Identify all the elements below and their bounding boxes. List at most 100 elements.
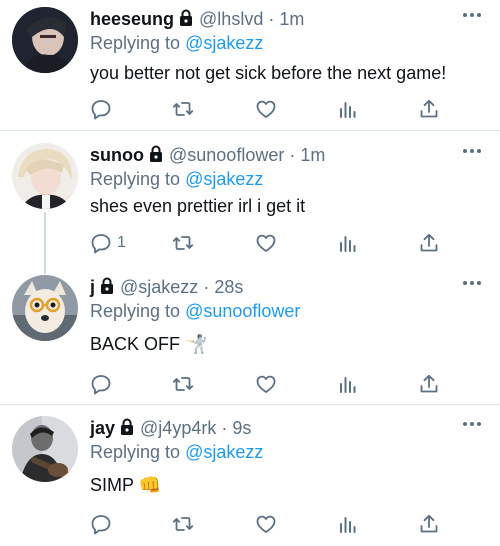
- replying-label: Replying to: [90, 33, 181, 53]
- retweet-button[interactable]: [172, 371, 194, 397]
- like-button[interactable]: [255, 511, 277, 537]
- reply-button[interactable]: 1: [90, 230, 126, 256]
- display-name[interactable]: jay: [90, 418, 115, 438]
- replying-label: Replying to: [90, 301, 181, 321]
- tweet-2[interactable]: sunoo @sunooflower · 1m Replying to @sjak…: [0, 136, 500, 268]
- like-icon: [256, 234, 276, 252]
- mention-link[interactable]: @sjakezz: [185, 169, 263, 189]
- analytics-icon: [340, 236, 356, 252]
- tweet-1[interactable]: heeseung @lhslvd · 1m Replying to @sjakez…: [0, 0, 500, 130]
- analytics-icon: [340, 517, 356, 533]
- handle[interactable]: @sjakezz: [120, 277, 198, 297]
- replying-to: Replying to @sunooflower: [90, 299, 300, 323]
- divider: [0, 404, 500, 405]
- reply-icon: [91, 375, 111, 395]
- avatar[interactable]: [12, 275, 78, 341]
- separator: ·: [289, 145, 296, 165]
- share-button[interactable]: [418, 96, 440, 122]
- avatar-image: [12, 416, 78, 482]
- tweet-text: shes even prettier irl i get it: [90, 196, 306, 216]
- share-button[interactable]: [418, 230, 440, 256]
- share-icon: [420, 374, 438, 393]
- retweet-icon: [172, 377, 194, 391]
- replying-label: Replying to: [90, 169, 181, 189]
- replying-label: Replying to: [90, 442, 181, 462]
- analytics-button[interactable]: [337, 511, 359, 537]
- share-icon: [420, 233, 438, 252]
- timestamp[interactable]: 1m: [300, 145, 325, 165]
- analytics-button[interactable]: [337, 96, 359, 122]
- tweet-header: jay @j4yp4rk · 9s: [90, 416, 251, 442]
- like-button[interactable]: [255, 96, 277, 122]
- retweet-button[interactable]: [172, 230, 194, 256]
- reply-button[interactable]: [90, 96, 117, 122]
- handle[interactable]: @lhslvd: [199, 9, 263, 29]
- lock-icon: [147, 145, 165, 169]
- avatar-image: [12, 143, 78, 209]
- more-icon[interactable]: [462, 280, 482, 286]
- share-button[interactable]: [418, 511, 440, 537]
- avatar-image: [12, 275, 78, 341]
- retweet-icon: [172, 517, 194, 531]
- lock-icon: [177, 9, 195, 33]
- separator: ·: [221, 418, 228, 438]
- mention-link[interactable]: @sjakezz: [185, 442, 263, 462]
- retweet-button[interactable]: [172, 96, 194, 122]
- analytics-button[interactable]: [337, 371, 359, 397]
- handle[interactable]: @j4yp4rk: [140, 418, 216, 438]
- more-icon[interactable]: [462, 12, 482, 18]
- replying-to: Replying to @sjakezz: [90, 167, 263, 191]
- avatar[interactable]: [12, 416, 78, 482]
- avatar-image: [12, 7, 78, 73]
- mention-link[interactable]: @sunooflower: [185, 301, 300, 321]
- timestamp[interactable]: 28s: [214, 277, 243, 297]
- separator: ·: [203, 277, 210, 297]
- display-name[interactable]: heeseung: [90, 9, 174, 29]
- replying-to: Replying to @sjakezz: [90, 440, 263, 464]
- tweet-text: BACK OFF 🤺: [90, 334, 208, 354]
- handle[interactable]: @sunooflower: [169, 145, 284, 165]
- retweet-icon: [172, 236, 194, 250]
- display-name[interactable]: sunoo: [90, 145, 144, 165]
- mention-link[interactable]: @sjakezz: [185, 33, 263, 53]
- reply-icon: [91, 100, 111, 120]
- share-icon: [420, 514, 438, 533]
- like-icon: [256, 100, 276, 118]
- replying-to: Replying to @sjakezz: [90, 31, 263, 55]
- reply-button[interactable]: [90, 371, 117, 397]
- share-button[interactable]: [418, 371, 440, 397]
- like-button[interactable]: [255, 230, 277, 256]
- action-bar: [90, 511, 450, 537]
- timestamp[interactable]: 1m: [279, 9, 304, 29]
- divider: [0, 130, 500, 131]
- share-icon: [420, 99, 438, 118]
- like-icon: [256, 515, 276, 533]
- retweet-button[interactable]: [172, 511, 194, 537]
- tweet-text: SIMP 👊: [90, 475, 162, 495]
- avatar[interactable]: [12, 7, 78, 73]
- tweet-header: heeseung @lhslvd · 1m: [90, 7, 304, 33]
- display-name[interactable]: j: [90, 277, 95, 297]
- more-icon[interactable]: [462, 421, 482, 427]
- more-icon[interactable]: [462, 148, 482, 154]
- reply-count: 1: [117, 234, 126, 251]
- action-bar: [90, 371, 450, 397]
- action-bar: [90, 96, 450, 122]
- lock-icon: [118, 418, 136, 442]
- like-button[interactable]: [255, 371, 277, 397]
- tweet-text: you better not get sick before the next …: [90, 63, 447, 83]
- tweet-header: sunoo @sunooflower · 1m: [90, 143, 325, 169]
- reply-icon: [91, 515, 111, 535]
- timestamp[interactable]: 9s: [232, 418, 251, 438]
- avatar[interactable]: [12, 143, 78, 209]
- reply-button[interactable]: [90, 511, 117, 537]
- analytics-icon: [340, 102, 356, 118]
- separator: ·: [268, 9, 275, 29]
- analytics-button[interactable]: [337, 230, 359, 256]
- tweet-3[interactable]: j @sjakezz · 28s Replying to @sunooflower…: [0, 268, 500, 402]
- tweet-header: j @sjakezz · 28s: [90, 275, 243, 301]
- retweet-icon: [172, 102, 194, 116]
- like-icon: [256, 375, 276, 393]
- action-bar: 1: [90, 230, 450, 256]
- tweet-4[interactable]: jay @j4yp4rk · 9s Replying to @sjakezz SI…: [0, 409, 500, 546]
